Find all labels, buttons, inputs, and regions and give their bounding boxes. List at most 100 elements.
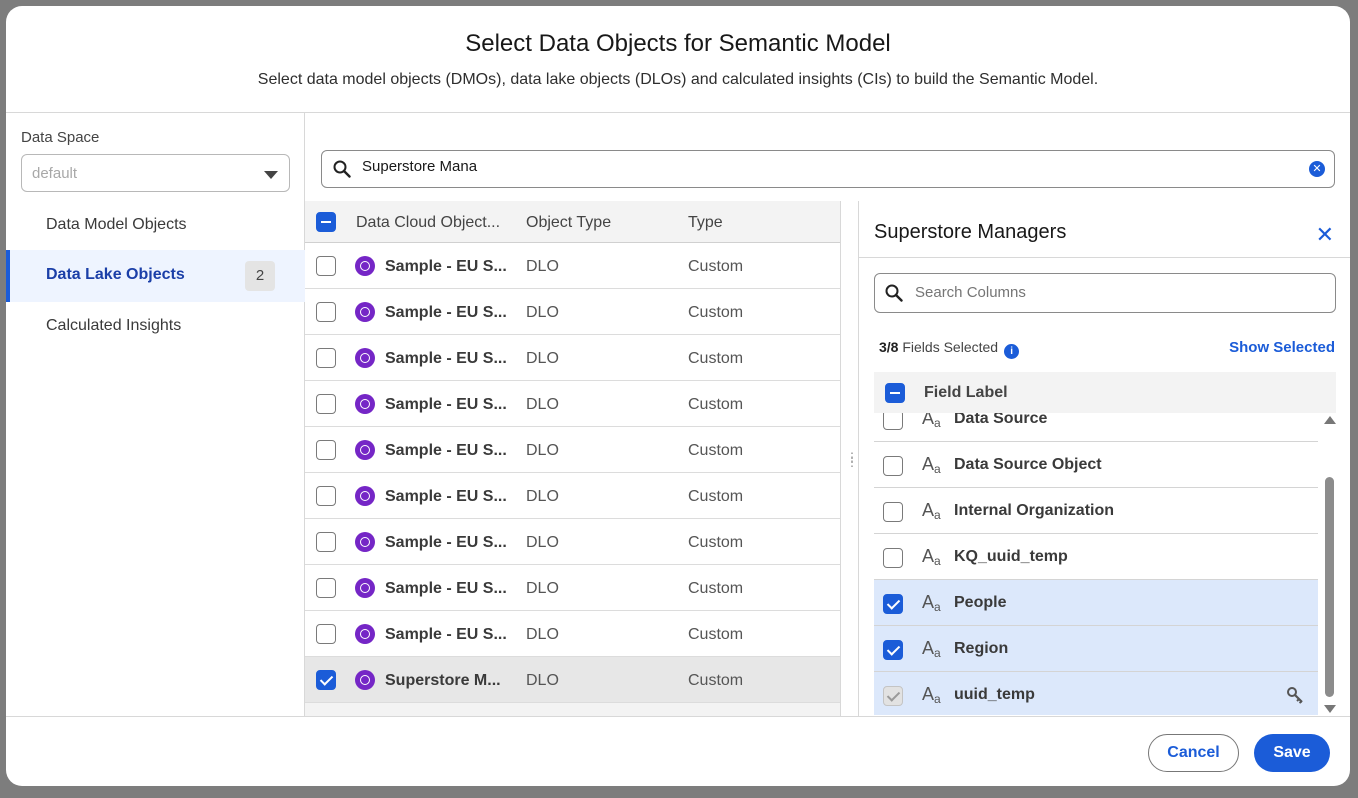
field-row[interactable]: Aa Data Source Object	[874, 442, 1318, 488]
field-label-header: Field Label	[924, 384, 1008, 401]
field-checkbox[interactable]	[883, 548, 903, 568]
scroll-up-icon[interactable]	[1324, 416, 1336, 424]
object-category: Custom	[688, 672, 744, 689]
table-filler	[305, 703, 840, 716]
row-checkbox[interactable]	[316, 348, 336, 368]
modal-footer: Cancel Save	[6, 716, 1350, 786]
text-field-icon: Aa	[922, 592, 941, 614]
column-search[interactable]	[874, 273, 1336, 313]
cancel-button[interactable]: Cancel	[1148, 734, 1239, 772]
text-field-icon: Aa	[922, 546, 941, 568]
table-row[interactable]: Superstore M... DLO Custom	[305, 657, 840, 703]
data-lake-object-icon	[355, 302, 375, 322]
table-row[interactable]: Sample - EU S... DLO Custom	[305, 611, 840, 657]
object-name[interactable]: Sample - EU S...	[385, 350, 507, 368]
table-row[interactable]: Sample - EU S... DLO Custom	[305, 381, 840, 427]
modal-header: Select Data Objects for Semantic Model S…	[6, 6, 1350, 113]
field-checkbox[interactable]	[883, 686, 903, 706]
field-row[interactable]: Aa Region	[874, 626, 1318, 672]
fields-selected-summary: 3/8 Fields Selected i	[879, 339, 1020, 359]
table-row[interactable]: Sample - EU S... DLO Custom	[305, 565, 840, 611]
field-label: KQ_uuid_temp	[954, 548, 1068, 565]
object-type: DLO	[526, 350, 559, 367]
data-space-label: Data Space	[21, 129, 100, 146]
data-lake-object-icon	[355, 670, 375, 690]
object-category: Custom	[688, 534, 744, 551]
data-space-select[interactable]: default	[21, 154, 290, 192]
column-header-object-type[interactable]: Object Type	[526, 214, 611, 232]
info-icon[interactable]: i	[1004, 344, 1020, 359]
fields-scrollbar[interactable]	[1322, 411, 1338, 713]
select-all-fields-checkbox[interactable]	[885, 383, 905, 403]
object-category: Custom	[688, 488, 744, 505]
row-checkbox[interactable]	[316, 302, 336, 322]
text-field-icon: Aa	[922, 413, 941, 430]
show-selected-link[interactable]: Show Selected	[1229, 339, 1335, 356]
table-row[interactable]: Sample - EU S... DLO Custom	[305, 473, 840, 519]
save-button[interactable]: Save	[1254, 734, 1330, 772]
close-icon[interactable]: ✕	[1316, 222, 1334, 248]
scroll-thumb[interactable]	[1325, 477, 1334, 697]
table-row[interactable]: Sample - EU S... DLO Custom	[305, 519, 840, 565]
data-lake-object-icon	[355, 440, 375, 460]
nav-item-data-lake-objects[interactable]: Data Lake Objects 2	[6, 250, 305, 302]
field-checkbox[interactable]	[883, 413, 903, 430]
field-row[interactable]: Aa Internal Organization	[874, 488, 1318, 534]
column-search-input[interactable]	[915, 284, 1315, 301]
row-checkbox[interactable]	[316, 440, 336, 460]
field-row[interactable]: Aa KQ_uuid_temp	[874, 534, 1318, 580]
nav-item-data-model-objects[interactable]: Data Model Objects	[6, 200, 305, 252]
fields-list: Aa Data Source Aa Data Source Object Aa Inter…	[874, 413, 1318, 715]
object-name[interactable]: Sample - EU S...	[385, 580, 507, 598]
row-checkbox[interactable]	[316, 394, 336, 414]
field-row[interactable]: Aa uuid_temp	[874, 672, 1318, 715]
field-checkbox[interactable]	[883, 594, 903, 614]
object-name[interactable]: Superstore M...	[385, 672, 501, 690]
object-name[interactable]: Sample - EU S...	[385, 442, 507, 460]
table-body: Sample - EU S... DLO Custom Sample - EU S..…	[305, 243, 840, 703]
modal-dialog: Select Data Objects for Semantic Model S…	[6, 6, 1350, 786]
object-category: Custom	[688, 350, 744, 367]
row-checkbox[interactable]	[316, 256, 336, 276]
object-name[interactable]: Sample - EU S...	[385, 304, 507, 322]
table-row[interactable]: Sample - EU S... DLO Custom	[305, 243, 840, 289]
field-row[interactable]: Aa Data Source	[874, 413, 1318, 442]
object-category: Custom	[688, 580, 744, 597]
modal-body: Data Space default Data Model Objects Da…	[6, 113, 1350, 716]
object-search-input[interactable]	[362, 158, 1262, 175]
object-name[interactable]: Sample - EU S...	[385, 534, 507, 552]
divider	[859, 257, 1350, 258]
object-type: DLO	[526, 580, 559, 597]
column-header-name[interactable]: Data Cloud Object...	[356, 214, 500, 232]
object-search[interactable]: ✕	[321, 150, 1335, 188]
object-name[interactable]: Sample - EU S...	[385, 488, 507, 506]
table-row[interactable]: Sample - EU S... DLO Custom	[305, 427, 840, 473]
table-row[interactable]: Sample - EU S... DLO Custom	[305, 335, 840, 381]
object-category: Custom	[688, 304, 744, 321]
search-icon	[333, 160, 351, 178]
table-row[interactable]: Sample - EU S... DLO Custom	[305, 289, 840, 335]
object-name[interactable]: Sample - EU S...	[385, 626, 507, 644]
column-header-type[interactable]: Type	[688, 214, 723, 232]
clear-search-icon[interactable]: ✕	[1309, 161, 1325, 177]
nav-item-label: Data Model Objects	[46, 216, 187, 233]
object-name[interactable]: Sample - EU S...	[385, 258, 507, 276]
row-checkbox[interactable]	[316, 486, 336, 506]
object-category: Custom	[688, 258, 744, 275]
select-all-checkbox[interactable]	[316, 212, 336, 232]
row-checkbox[interactable]	[316, 532, 336, 552]
field-checkbox[interactable]	[883, 502, 903, 522]
field-checkbox[interactable]	[883, 640, 903, 660]
nav-item-calculated-insights[interactable]: Calculated Insights	[6, 301, 305, 353]
object-name[interactable]: Sample - EU S...	[385, 396, 507, 414]
text-field-icon: Aa	[922, 684, 941, 706]
field-row[interactable]: Aa People	[874, 580, 1318, 626]
field-checkbox[interactable]	[883, 456, 903, 476]
object-type: DLO	[526, 304, 559, 321]
row-checkbox[interactable]	[316, 578, 336, 598]
row-checkbox[interactable]	[316, 670, 336, 690]
nav-item-label: Calculated Insights	[46, 317, 182, 334]
scroll-down-icon[interactable]	[1324, 705, 1336, 713]
row-checkbox[interactable]	[316, 624, 336, 644]
text-field-icon: Aa	[922, 454, 941, 476]
